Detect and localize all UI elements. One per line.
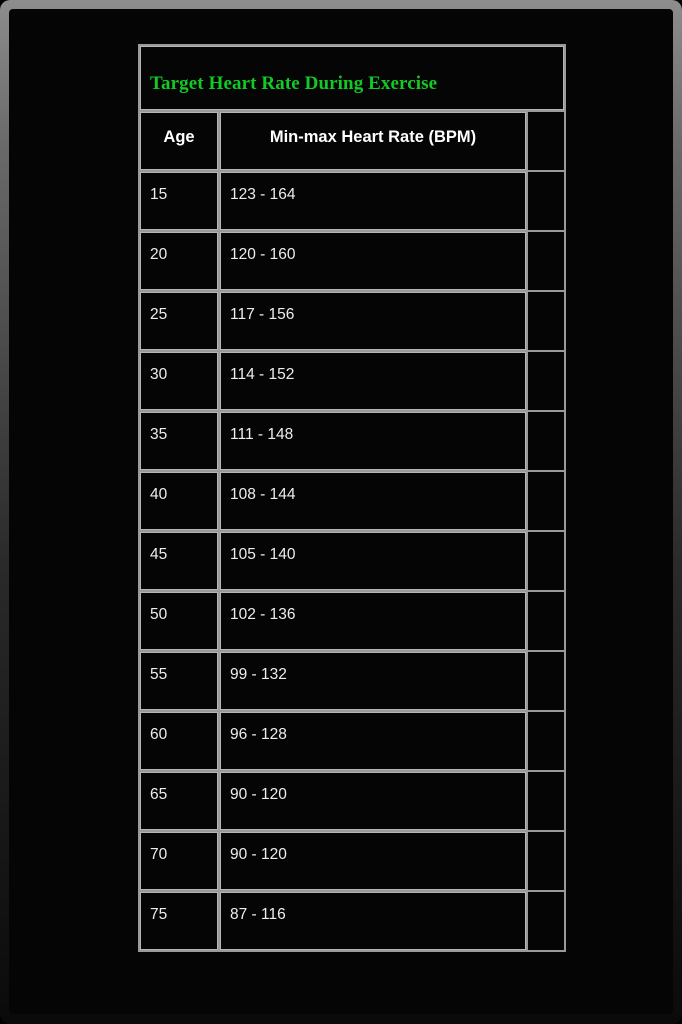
heart-rate-table-container: Target Heart Rate During Exercise Age Mi… <box>138 44 566 952</box>
cell-age: 15 <box>140 172 218 230</box>
row-spacer <box>528 832 564 890</box>
column-header-age: Age <box>140 112 218 170</box>
cell-age: 25 <box>140 292 218 350</box>
cell-heart-rate: 102 - 136 <box>220 592 526 650</box>
table-row: 20 120 - 160 <box>140 232 564 290</box>
table-row: 60 96 - 128 <box>140 712 564 770</box>
cell-age: 20 <box>140 232 218 290</box>
cell-age: 30 <box>140 352 218 410</box>
cell-heart-rate: 117 - 156 <box>220 292 526 350</box>
cell-heart-rate: 96 - 128 <box>220 712 526 770</box>
table-row: 70 90 - 120 <box>140 832 564 890</box>
cell-heart-rate: 90 - 120 <box>220 832 526 890</box>
table-row: 40 108 - 144 <box>140 472 564 530</box>
cell-age: 60 <box>140 712 218 770</box>
table-caption: Target Heart Rate During Exercise <box>140 46 564 110</box>
column-header-heart-rate: Min-max Heart Rate (BPM) <box>220 112 526 170</box>
table-row: 35 111 - 148 <box>140 412 564 470</box>
row-spacer <box>528 532 564 590</box>
table-row: 25 117 - 156 <box>140 292 564 350</box>
target-heart-rate-table: Target Heart Rate During Exercise Age Mi… <box>138 44 566 952</box>
row-spacer <box>528 712 564 770</box>
table-row: 75 87 - 116 <box>140 892 564 950</box>
table-row: 50 102 - 136 <box>140 592 564 650</box>
cell-heart-rate: 114 - 152 <box>220 352 526 410</box>
cell-age: 35 <box>140 412 218 470</box>
cell-age: 70 <box>140 832 218 890</box>
row-spacer <box>528 652 564 710</box>
row-spacer <box>528 232 564 290</box>
cell-heart-rate: 99 - 132 <box>220 652 526 710</box>
row-spacer <box>528 352 564 410</box>
table-row: 45 105 - 140 <box>140 532 564 590</box>
cell-age: 75 <box>140 892 218 950</box>
table-row: 30 114 - 152 <box>140 352 564 410</box>
cell-age: 65 <box>140 772 218 830</box>
cell-heart-rate: 108 - 144 <box>220 472 526 530</box>
table-header-row: Age Min-max Heart Rate (BPM) <box>140 112 564 170</box>
table-row: 55 99 - 132 <box>140 652 564 710</box>
row-spacer <box>528 472 564 530</box>
table-caption-row: Target Heart Rate During Exercise <box>140 46 564 110</box>
cell-heart-rate: 120 - 160 <box>220 232 526 290</box>
cell-heart-rate: 87 - 116 <box>220 892 526 950</box>
table-row: 15 123 - 164 <box>140 172 564 230</box>
row-spacer <box>528 592 564 650</box>
cell-heart-rate: 90 - 120 <box>220 772 526 830</box>
outer-frame: Target Heart Rate During Exercise Age Mi… <box>0 0 682 1024</box>
cell-heart-rate: 105 - 140 <box>220 532 526 590</box>
header-spacer <box>528 112 564 170</box>
cell-age: 50 <box>140 592 218 650</box>
table-row: 65 90 - 120 <box>140 772 564 830</box>
cell-age: 55 <box>140 652 218 710</box>
row-spacer <box>528 772 564 830</box>
row-spacer <box>528 892 564 950</box>
cell-age: 40 <box>140 472 218 530</box>
cell-heart-rate: 123 - 164 <box>220 172 526 230</box>
row-spacer <box>528 412 564 470</box>
cell-heart-rate: 111 - 148 <box>220 412 526 470</box>
page-background: Target Heart Rate During Exercise Age Mi… <box>9 9 673 1014</box>
row-spacer <box>528 172 564 230</box>
cell-age: 45 <box>140 532 218 590</box>
row-spacer <box>528 292 564 350</box>
